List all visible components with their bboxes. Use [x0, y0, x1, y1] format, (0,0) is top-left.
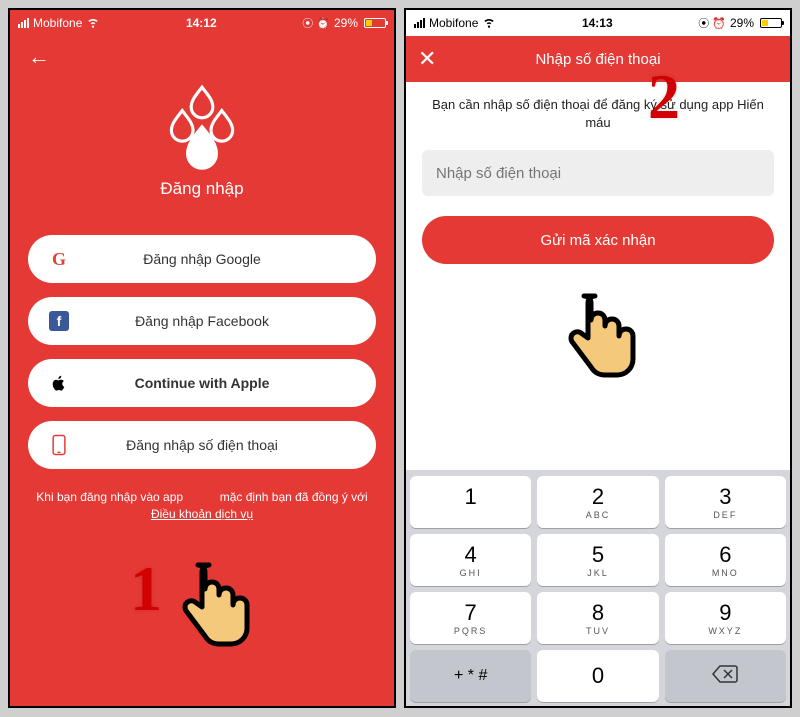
backspace-icon: [711, 664, 739, 689]
modal-title: Nhập số điện thoại: [442, 51, 778, 68]
phone-icon: [46, 434, 72, 456]
login-screen: Mobifone 14:12 ⦿ ⏰ 29% ← Đăng nhập G: [8, 8, 396, 708]
battery-pct: 29%: [334, 16, 358, 30]
key-1[interactable]: 1: [410, 476, 531, 528]
apple-login-button[interactable]: Continue with Apple: [28, 359, 376, 407]
phone-entry-screen: Mobifone 14:13 ⦿ ⏰ 29% ✕ Nhập số điện th…: [404, 8, 792, 708]
close-button[interactable]: ✕: [418, 46, 442, 72]
facebook-login-button[interactable]: f Đăng nhập Facebook: [28, 297, 376, 345]
battery-pct: 29%: [730, 16, 754, 30]
key-8[interactable]: 8TUV: [537, 592, 658, 644]
key-7[interactable]: 7PQRS: [410, 592, 531, 644]
key-2[interactable]: 2ABC: [537, 476, 658, 528]
key-6[interactable]: 6MNO: [665, 534, 786, 586]
google-login-button[interactable]: G Đăng nhập Google: [28, 235, 376, 283]
clock: 14:13: [496, 16, 698, 30]
google-login-label: Đăng nhập Google: [72, 251, 358, 267]
carrier-label: Mobifone: [33, 16, 82, 30]
numeric-keypad: 1 2ABC 3DEF 4GHI 5JKL 6MNO 7PQRS 8TUV 9W…: [406, 470, 790, 706]
apple-login-label: Continue with Apple: [72, 375, 358, 391]
alarm-icon: ⦿ ⏰: [698, 15, 726, 31]
key-4[interactable]: 4GHI: [410, 534, 531, 586]
key-0[interactable]: 0: [537, 650, 658, 702]
wifi-icon: [86, 15, 100, 32]
battery-icon: [364, 18, 386, 28]
carrier-label: Mobifone: [429, 16, 478, 30]
battery-icon: [760, 18, 782, 28]
key-backspace[interactable]: [665, 650, 786, 702]
key-symbols[interactable]: + * #: [410, 650, 531, 702]
hand-pointer-icon: [170, 551, 250, 666]
wifi-icon: [482, 15, 496, 32]
alarm-icon: ⦿ ⏰: [302, 15, 330, 31]
hand-pointer-icon: [556, 282, 636, 397]
page-title: Đăng nhập: [28, 179, 376, 199]
instruction-text: Bạn cần nhập số điện thoại để đăng ký sử…: [422, 96, 774, 132]
status-bar: Mobifone 14:12 ⦿ ⏰ 29%: [10, 10, 394, 36]
signal-icon: [414, 18, 425, 28]
step-badge-1: 1: [130, 552, 162, 626]
phone-number-input[interactable]: [422, 150, 774, 196]
modal-header: ✕ Nhập số điện thoại: [406, 36, 790, 82]
send-code-button[interactable]: Gửi mã xác nhận: [422, 216, 774, 264]
phone-login-label: Đăng nhập số điện thoại: [72, 437, 358, 453]
key-5[interactable]: 5JKL: [537, 534, 658, 586]
back-button[interactable]: ←: [28, 44, 376, 70]
key-3[interactable]: 3DEF: [665, 476, 786, 528]
facebook-login-label: Đăng nhập Facebook: [72, 313, 358, 329]
clock: 14:12: [100, 16, 302, 30]
signal-icon: [18, 18, 29, 28]
phone-login-button[interactable]: Đăng nhập số điện thoại: [28, 421, 376, 469]
key-9[interactable]: 9WXYZ: [665, 592, 786, 644]
terms-link[interactable]: Điều khoản dịch vụ: [151, 507, 253, 521]
app-logo-icon: [157, 157, 247, 174]
status-bar: Mobifone 14:13 ⦿ ⏰ 29%: [406, 10, 790, 36]
facebook-icon: f: [49, 311, 69, 331]
terms-text: Khi bạn đăng nhập vào app mặc định bạn đ…: [28, 489, 376, 523]
google-icon: G: [52, 249, 66, 270]
apple-icon: [46, 374, 72, 392]
